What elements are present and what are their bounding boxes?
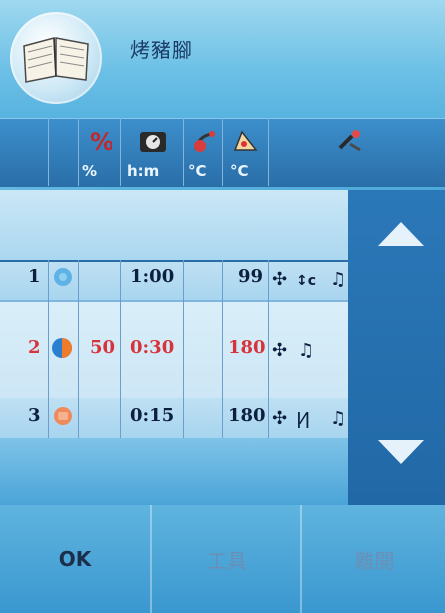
row-divider: [78, 260, 79, 438]
step-time: 1:00: [130, 266, 175, 287]
thermometer-icon: [232, 128, 260, 158]
scroll-down-icon[interactable]: [378, 440, 424, 464]
fan-icon: ✣ |⁄| ♫: [272, 406, 352, 433]
unit-temp-1: °C: [188, 162, 207, 180]
col-divider: [120, 118, 121, 186]
step-temp: 99: [238, 266, 264, 287]
scroll-up-icon[interactable]: [378, 222, 424, 246]
step-time: 0:15: [130, 405, 175, 426]
svg-text:✣: ✣: [272, 269, 287, 289]
svg-text:✣: ✣: [272, 340, 287, 360]
row-number: 2: [28, 337, 41, 358]
row-divider: [120, 260, 121, 438]
step-icon: [52, 405, 74, 432]
step-temp: 180: [228, 405, 266, 426]
col-divider: [48, 118, 49, 186]
tools-icon: [336, 128, 366, 158]
fan-icon: ✣ ↕c ♫: [272, 267, 352, 294]
svg-text:↕c: ↕c: [296, 273, 316, 289]
svg-text:♫: ♫: [298, 340, 314, 360]
row-divider: [183, 260, 184, 438]
row-number: 1: [28, 266, 41, 287]
percent-icon: %: [88, 128, 114, 158]
svg-text:✣: ✣: [272, 408, 287, 428]
unit-temp-2: °C: [230, 162, 249, 180]
unit-time: h:m: [127, 162, 160, 180]
svg-text:♫: ♫: [330, 269, 346, 289]
svg-text:%: %: [90, 128, 112, 154]
step-time: 0:30: [130, 337, 175, 358]
svg-text:|⁄|: |⁄|: [296, 409, 310, 428]
row-divider: [268, 260, 269, 438]
col-divider: [222, 118, 223, 186]
unit-percent: %: [82, 162, 98, 180]
probe-icon: [192, 128, 218, 158]
step-icon: [50, 336, 74, 365]
row-divider: [222, 260, 223, 438]
ok-button[interactable]: OK: [0, 505, 150, 613]
col-divider: [78, 118, 79, 186]
row-number: 3: [28, 405, 41, 426]
col-divider: [183, 118, 184, 186]
row-divider: [48, 260, 49, 438]
col-divider: [268, 118, 269, 186]
timer-icon: [138, 128, 168, 158]
tools-button[interactable]: 工具: [150, 505, 302, 613]
step-temp: 180: [228, 337, 266, 358]
recipe-title: 烤豬腳: [130, 38, 193, 62]
fan-icon: ✣ ♫: [272, 338, 342, 365]
step-icon: [52, 266, 74, 293]
book-icon[interactable]: [10, 12, 102, 104]
recipe-screen: 烤豬腳 % % h:m °C °C 1 1:00 99 ✣ ↕c ♫ 2 50 …: [0, 0, 445, 613]
exit-button[interactable]: 離開: [300, 505, 445, 613]
svg-text:♫: ♫: [330, 408, 346, 428]
step-percent: 50: [90, 337, 116, 358]
